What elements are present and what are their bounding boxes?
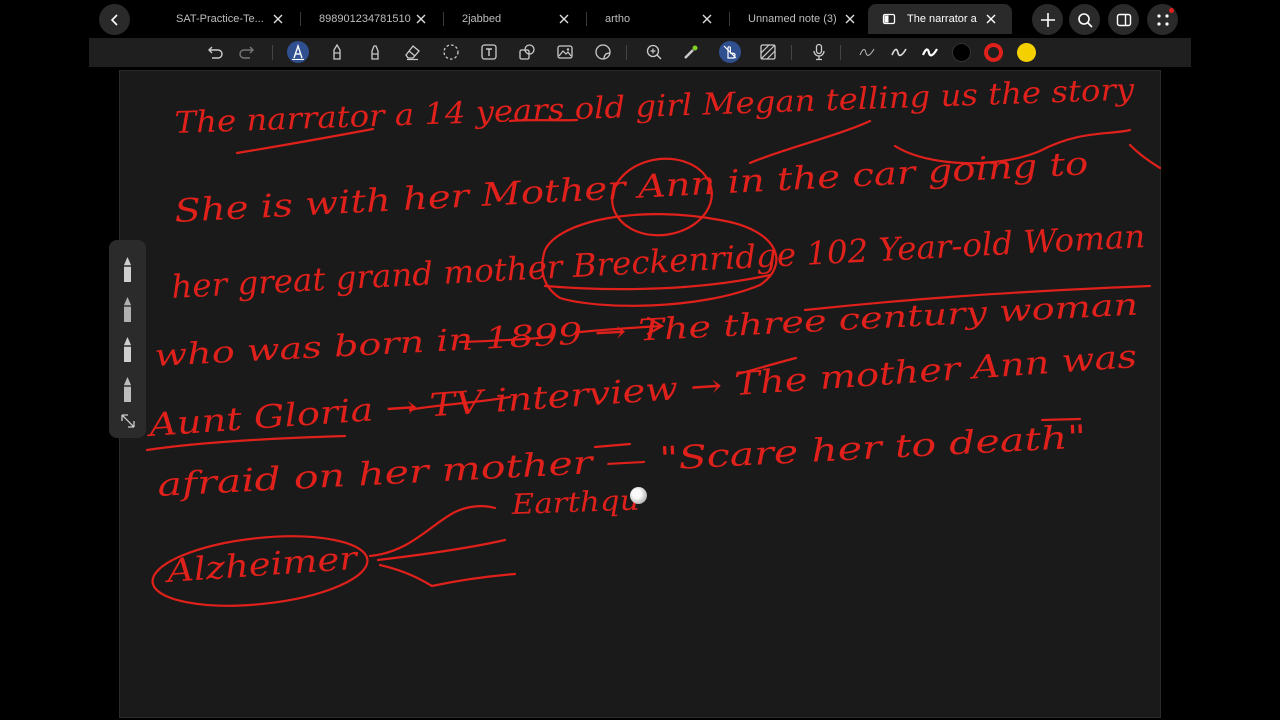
pen-icon[interactable] xyxy=(120,255,135,283)
pen-icon[interactable] xyxy=(120,335,135,363)
handwriting-word: Alzheimer xyxy=(162,539,360,591)
handwriting-layer: The narrator a 14 years old girl Megan t… xyxy=(144,72,1162,607)
stylus-cursor xyxy=(630,487,647,504)
pen-palette xyxy=(109,240,146,438)
pen-icon[interactable] xyxy=(120,375,135,403)
handwriting-line: The narrator a 14 years old girl Megan t… xyxy=(174,72,1136,141)
handwriting-line: She is with her Mother Ann in the car go… xyxy=(173,144,1089,230)
pen-icon[interactable] xyxy=(120,295,135,323)
collapse-icon[interactable] xyxy=(119,412,137,430)
handwriting-word: Earthqu xyxy=(510,484,640,521)
handwriting-line: her great grand mother Breckenridge 102 … xyxy=(170,217,1146,306)
